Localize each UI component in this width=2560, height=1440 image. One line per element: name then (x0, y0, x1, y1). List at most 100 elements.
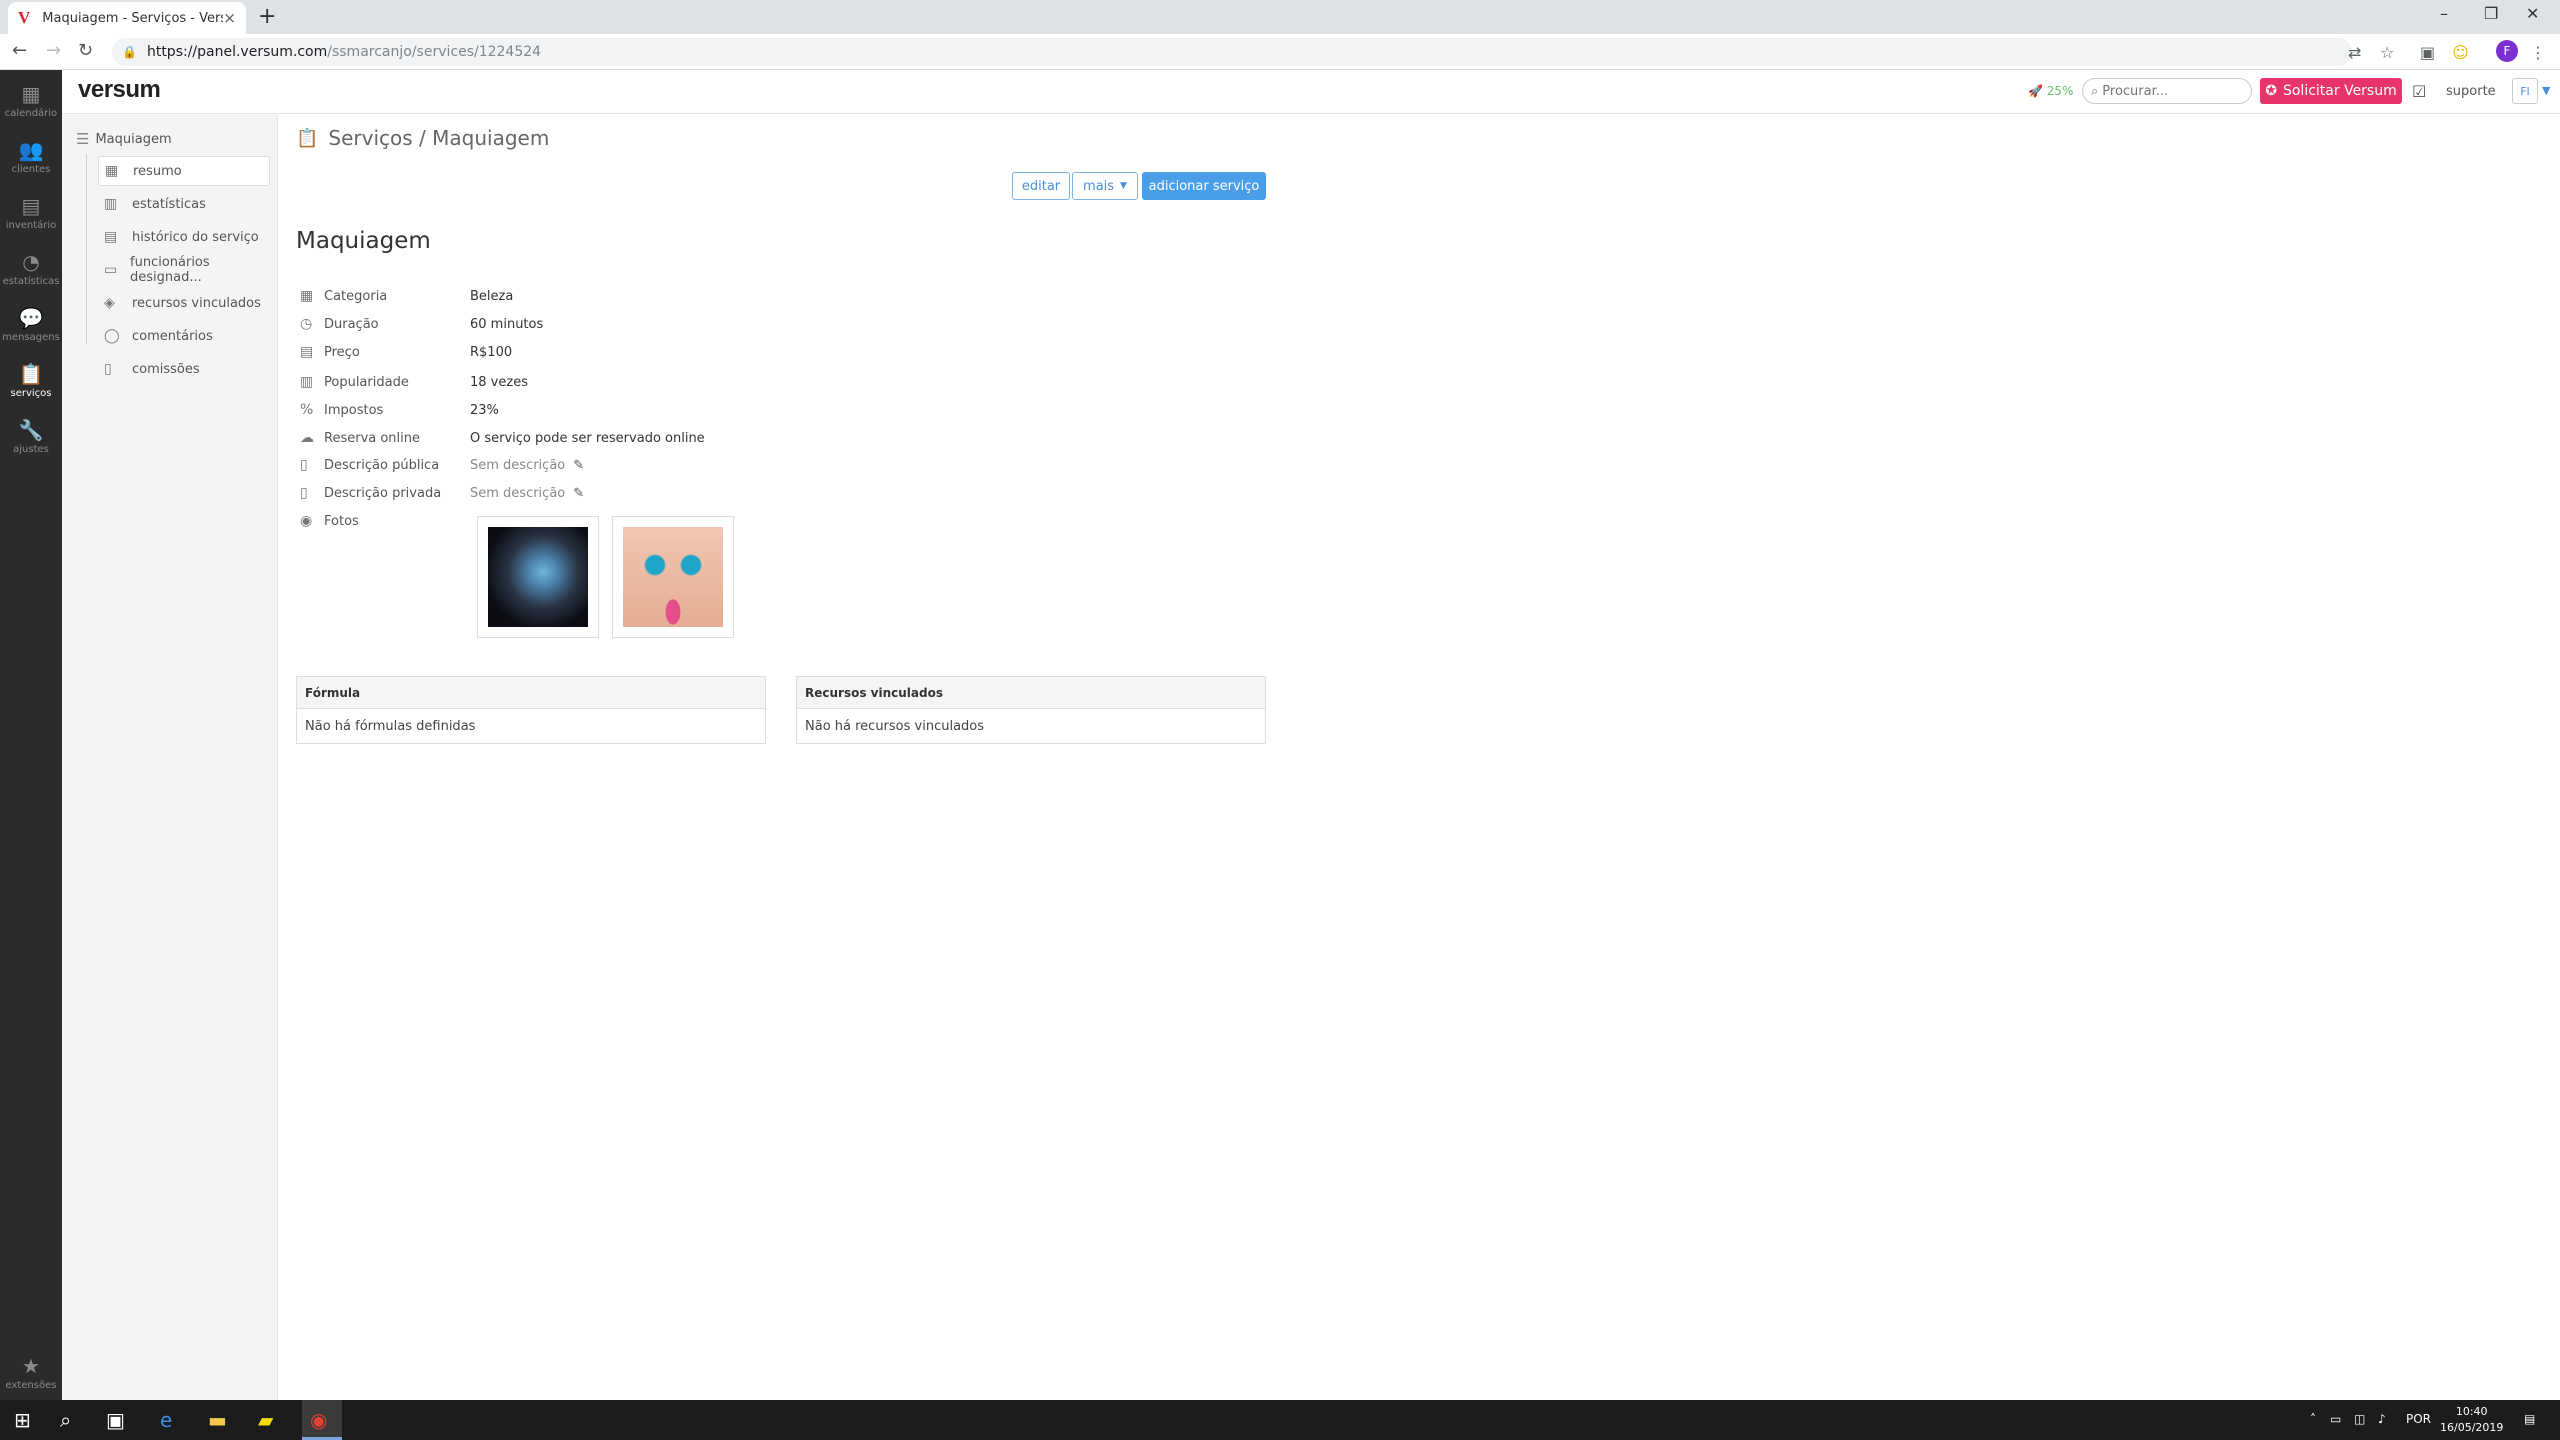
extension-icon[interactable]: ▣ (2420, 43, 2435, 62)
setup-progress[interactable]: 🚀 25% (2028, 84, 2073, 98)
service-subnav: ☰ Maquiagem ▦ resumo ▥ estatísticas ▤ histór… (62, 114, 278, 1400)
clipboard-icon: 📋 (296, 127, 319, 149)
cta-label: Solicitar Versum (2282, 83, 2397, 99)
subnav-label: histórico do serviço (132, 229, 259, 245)
breadcrumb-text[interactable]: Serviços / Maquiagem (328, 126, 549, 150)
window-close-icon[interactable]: ✕ (2526, 4, 2539, 23)
document-icon: ▯ (104, 361, 112, 377)
chrome-icon[interactable]: ◉ (310, 1408, 327, 1432)
clock-date: 16/05/2019 (2440, 1421, 2504, 1434)
battery-icon[interactable]: ▭ (2330, 1412, 2341, 1426)
show-hidden-icons-icon[interactable]: ˄ (2310, 1412, 2316, 1426)
nav-mensagens[interactable]: 💬 mensagens (0, 306, 62, 344)
bar-chart-icon: ▥ (104, 196, 118, 212)
detail-value: 60 minutos (470, 316, 544, 332)
user-menu-button[interactable]: FI (2512, 78, 2538, 104)
nav-ajustes[interactable]: 🔧 ajustes (0, 418, 62, 456)
reload-icon[interactable]: ↻ (78, 40, 93, 61)
app-sidebar: ▦ calendário 👥 clientes ▤ inventário ◔ estat… (0, 70, 62, 1400)
resources-panel: Recursos vinculados Não há recursos vinc… (796, 676, 1266, 744)
tasks-check-icon[interactable]: ☑ (2412, 82, 2426, 101)
page-title: Maquiagem (296, 228, 431, 254)
makeup-photo-image (623, 527, 723, 627)
sticky-notes-icon[interactable]: ▰ (258, 1408, 273, 1432)
search-box[interactable]: ⌕ (2082, 78, 2252, 104)
detail-row-categoria: ▦ Categoria Beleza (300, 284, 513, 308)
subnav-item-historico[interactable]: ▤ histórico do serviço (98, 222, 270, 252)
close-tab-icon[interactable]: × (223, 9, 236, 27)
address-bar-row: ← → ↻ 🔒 https://panel.versum.com/ssmarca… (0, 34, 2560, 70)
pencil-icon[interactable]: ✎ (573, 486, 584, 501)
url-path: /ssmarcanjo/services/1224524 (327, 44, 542, 60)
nav-inventario[interactable]: ▤ inventário (0, 194, 62, 232)
nav-clientes[interactable]: 👥 clientes (0, 138, 62, 176)
translate-icon[interactable]: ⇄ (2348, 43, 2361, 62)
detail-row-preco: ▤ Preço R$100 (300, 340, 512, 364)
app-topbar: versum 🚀 25% ⌕ ✪ Solicitar Versum ☑ supor… (62, 70, 2560, 114)
nav-calendario[interactable]: ▦ calendário (0, 82, 62, 120)
comment-icon: ◯ (104, 328, 120, 344)
file-explorer-icon[interactable]: ▬ (208, 1408, 227, 1432)
bookmark-star-icon[interactable]: ☆ (2380, 43, 2394, 62)
nav-label: inventário (5, 220, 57, 231)
browser-tab[interactable]: V Maquiagem - Serviços - Versum × (8, 2, 246, 34)
detail-row-fotos: ◉ Fotos (300, 509, 470, 533)
service-photo-1[interactable] (477, 516, 599, 638)
volume-icon[interactable]: ♪ (2378, 1412, 2386, 1426)
chrome-menu-icon[interactable]: ⋮ (2530, 43, 2546, 62)
subnav-item-comentarios[interactable]: ◯ comentários (98, 321, 270, 351)
edge-browser-icon[interactable]: e (160, 1408, 172, 1432)
minimize-icon[interactable]: – (2440, 4, 2448, 23)
detail-label: Reserva online (324, 430, 421, 446)
solicitar-versum-button[interactable]: ✪ Solicitar Versum (2260, 78, 2402, 104)
new-tab-icon[interactable]: + (258, 4, 276, 29)
back-icon[interactable]: ← (12, 40, 27, 61)
rocket-icon: 🚀 (2028, 84, 2043, 98)
subnav-label: comissões (132, 361, 200, 377)
forward-icon[interactable]: → (46, 40, 61, 61)
service-photo-2[interactable] (612, 516, 734, 638)
windows-start-icon[interactable]: ⊞ (14, 1408, 31, 1432)
subnav-label: funcionários designad... (130, 255, 210, 285)
more-button[interactable]: mais ▼ (1072, 172, 1138, 200)
lock-icon: 🔒 (122, 45, 137, 59)
subnav-item-recursos[interactable]: ◈ recursos vinculados (98, 288, 270, 318)
task-view-icon[interactable]: ▣ (106, 1408, 125, 1432)
detail-row-descricao-publica: ▯ Descrição pública Sem descrição ✎ (300, 453, 584, 477)
subnav-item-funcionarios[interactable]: ▭ funcionários designad... (98, 255, 270, 285)
detail-row-popularidade: ▥ Popularidade 18 vezes (300, 370, 528, 394)
clipboard-icon: 📋 (18, 362, 44, 386)
os-taskbar: ⊞ ⌕ ▣ e ▬ ▰ ◉ ˄ ▭ ◫ ♪ POR 10:40 16/05/20… (0, 1400, 2560, 1440)
subnav-root[interactable]: ☰ Maquiagem (76, 130, 172, 148)
subnav-item-resumo[interactable]: ▦ resumo (98, 156, 270, 186)
nav-label: extensões (5, 1380, 57, 1391)
profile-avatar[interactable]: F (2496, 40, 2518, 62)
notifications-icon[interactable]: ▤ (2524, 1412, 2535, 1426)
language-indicator[interactable]: POR (2406, 1412, 2431, 1426)
cloud-icon: ☁ (300, 430, 314, 446)
url-field[interactable]: 🔒 https://panel.versum.com/ssmarcanjo/se… (112, 38, 2352, 66)
detail-label: Descrição privada (324, 485, 442, 501)
edit-button[interactable]: editar (1012, 172, 1070, 200)
versum-logo[interactable]: versum (78, 76, 161, 104)
search-icon[interactable]: ⌕ (60, 1408, 71, 1432)
pie-chart-icon: ◔ (22, 250, 40, 274)
support-link[interactable]: suporte (2446, 84, 2496, 99)
nav-estatisticas[interactable]: ◔ estatísticas (0, 250, 62, 288)
chat-icon: 💬 (18, 306, 44, 330)
nav-servicos[interactable]: 📋 serviços (0, 362, 62, 400)
caret-down-icon[interactable]: ▼ (2542, 84, 2550, 97)
network-icon[interactable]: ◫ (2354, 1412, 2365, 1426)
inventory-icon: ▤ (21, 194, 41, 218)
subnav-label: estatísticas (132, 196, 206, 212)
restore-icon[interactable]: ❐ (2484, 4, 2498, 23)
subnav-item-comissoes[interactable]: ▯ comissões (98, 354, 270, 384)
nav-extensoes[interactable]: ★ extensões (0, 1354, 62, 1392)
emoji-extension-icon[interactable]: ☺ (2452, 43, 2469, 62)
system-clock[interactable]: 10:40 16/05/2019 (2440, 1404, 2503, 1436)
add-service-button[interactable]: adicionar serviço (1142, 172, 1266, 200)
subnav-item-estatisticas[interactable]: ▥ estatísticas (98, 189, 270, 219)
pencil-icon[interactable]: ✎ (573, 458, 584, 473)
search-input[interactable] (2102, 83, 2233, 99)
progress-value: 25% (2046, 84, 2074, 98)
